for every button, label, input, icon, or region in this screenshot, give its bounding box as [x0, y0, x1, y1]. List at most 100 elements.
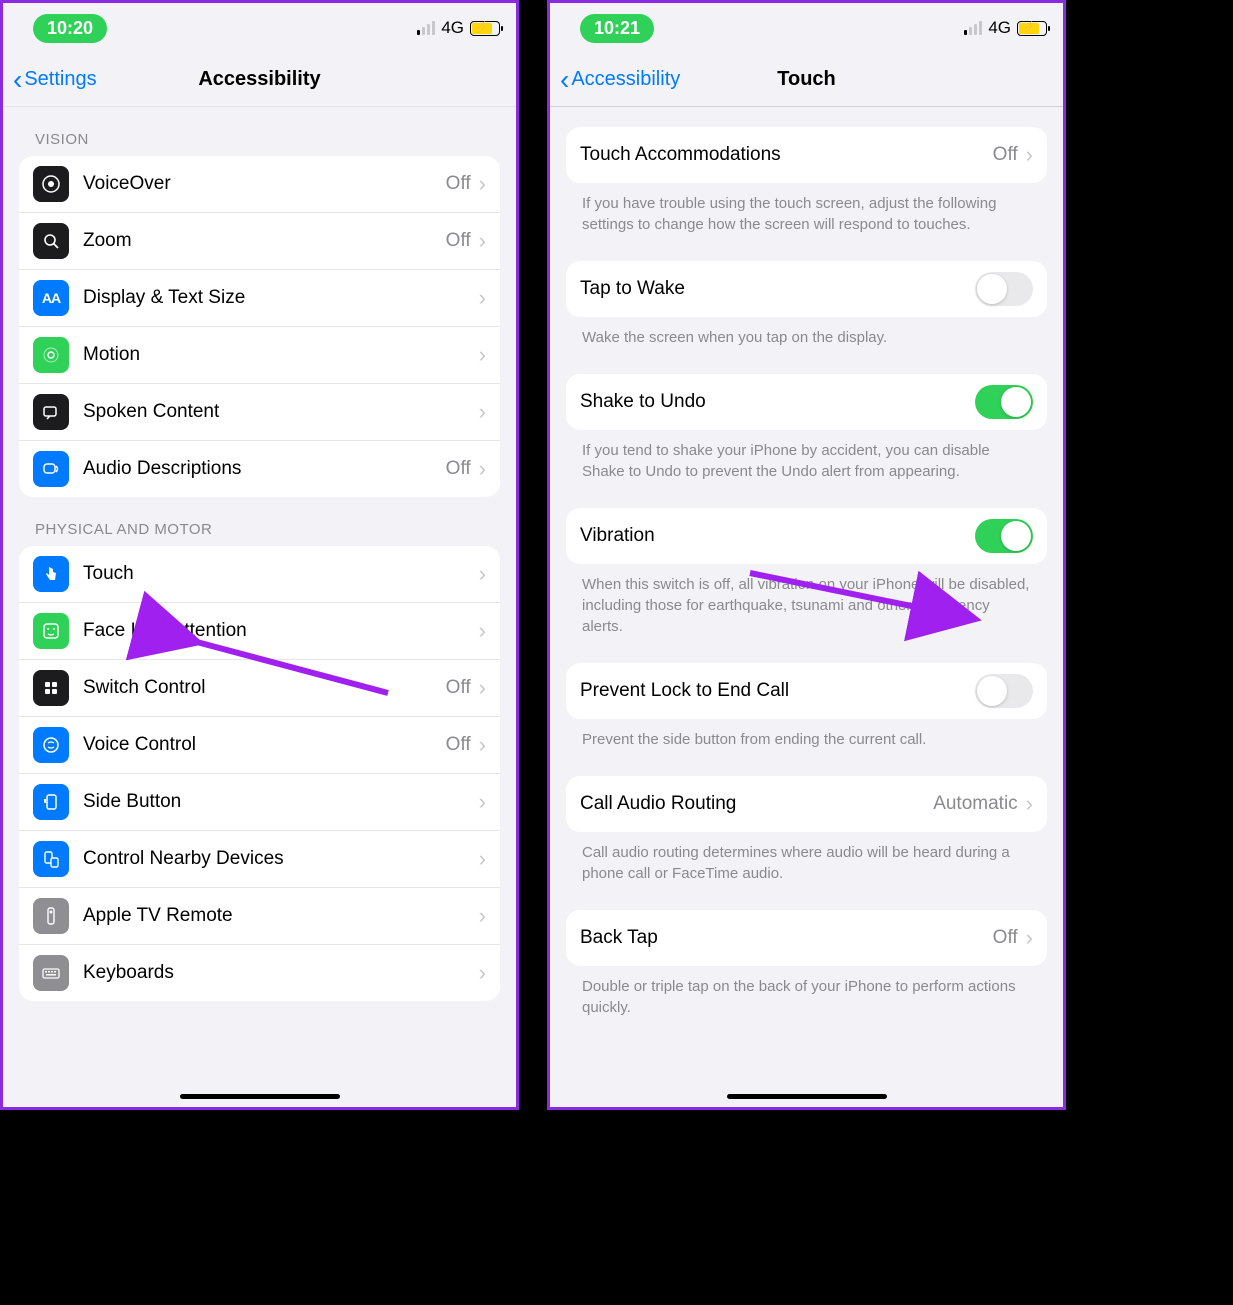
row-value: Off: [993, 144, 1018, 166]
status-bar: 10:21 4G ⚡: [550, 3, 1063, 53]
chevron-left-icon: ‹: [13, 66, 22, 94]
row-label: Voice Control: [83, 734, 446, 756]
chevron-left-icon: ‹: [560, 66, 569, 94]
network-label: 4G: [988, 18, 1011, 38]
section-header-vision: Vision: [19, 107, 500, 156]
home-indicator[interactable]: [727, 1094, 887, 1099]
motion-icon: [33, 337, 69, 373]
group-touch-accommodations: Touch Accommodations Off ›: [566, 127, 1047, 183]
row-label: Keyboards: [83, 962, 471, 984]
row-value: Off: [993, 927, 1018, 949]
display-text-icon: AA: [33, 280, 69, 316]
row-label: Touch Accommodations: [580, 144, 993, 166]
footer-tap-to-wake: Wake the screen when you tap on the disp…: [566, 317, 1047, 348]
row-appletv-remote[interactable]: Apple TV Remote ›: [19, 888, 500, 945]
row-tap-to-wake[interactable]: Tap to Wake: [566, 261, 1047, 317]
row-control-nearby[interactable]: Control Nearby Devices ›: [19, 831, 500, 888]
section-header-physical: Physical and Motor: [19, 497, 500, 546]
toggle-shake-to-undo[interactable]: [975, 385, 1033, 419]
status-bar: 10:20 4G ⚡: [3, 3, 516, 53]
voiceover-icon: [33, 166, 69, 202]
network-label: 4G: [441, 18, 464, 38]
row-touch-accommodations[interactable]: Touch Accommodations Off ›: [566, 127, 1047, 183]
group-vibration: Vibration: [566, 508, 1047, 564]
audio-descriptions-icon: [33, 451, 69, 487]
chevron-right-icon: ›: [471, 171, 486, 197]
row-touch[interactable]: Touch ›: [19, 546, 500, 603]
page-title: Accessibility: [198, 68, 320, 91]
row-voice-control[interactable]: Voice Control Off ›: [19, 717, 500, 774]
row-label: Audio Descriptions: [83, 458, 446, 480]
back-button[interactable]: ‹ Settings: [13, 66, 97, 94]
time-pill[interactable]: 10:21: [580, 14, 654, 43]
row-switch-control[interactable]: Switch Control Off ›: [19, 660, 500, 717]
chevron-right-icon: ›: [471, 846, 486, 872]
row-prevent-lock[interactable]: Prevent Lock to End Call: [566, 663, 1047, 719]
chevron-right-icon: ›: [471, 561, 486, 587]
row-value: Off: [446, 458, 471, 480]
row-audio-descriptions[interactable]: Audio Descriptions Off ›: [19, 441, 500, 497]
row-label: Call Audio Routing: [580, 793, 933, 815]
toggle-tap-to-wake[interactable]: [975, 272, 1033, 306]
chevron-right-icon: ›: [1018, 142, 1033, 168]
row-label: Motion: [83, 344, 471, 366]
row-spoken-content[interactable]: Spoken Content ›: [19, 384, 500, 441]
left-phone-screen: 10:20 4G ⚡ ‹ Settings Accessibility Visi…: [0, 0, 519, 1110]
row-call-audio-routing[interactable]: Call Audio Routing Automatic ›: [566, 776, 1047, 832]
row-label: Vibration: [580, 525, 975, 547]
row-back-tap[interactable]: Back Tap Off ›: [566, 910, 1047, 966]
side-button-icon: [33, 784, 69, 820]
row-label: Face ID & Attention: [83, 620, 471, 642]
back-label: Accessibility: [571, 68, 680, 91]
row-faceid[interactable]: Face ID & Attention ›: [19, 603, 500, 660]
home-indicator[interactable]: [180, 1094, 340, 1099]
back-button[interactable]: ‹ Accessibility: [560, 66, 680, 94]
row-value: Off: [446, 677, 471, 699]
chevron-right-icon: ›: [471, 342, 486, 368]
group-physical: Touch › Face ID & Attention › Switch Con…: [19, 546, 500, 1001]
footer-vibration: When this switch is off, all vibration o…: [566, 564, 1047, 637]
nav-header: ‹ Settings Accessibility: [3, 53, 516, 107]
row-display-text-size[interactable]: AA Display & Text Size ›: [19, 270, 500, 327]
voice-control-icon: [33, 727, 69, 763]
row-label: Back Tap: [580, 927, 993, 949]
row-label: Tap to Wake: [580, 278, 975, 300]
group-shake-to-undo: Shake to Undo: [566, 374, 1047, 430]
nav-header: ‹ Accessibility Touch: [550, 53, 1063, 107]
keyboards-icon: [33, 955, 69, 991]
row-voiceover[interactable]: VoiceOver Off ›: [19, 156, 500, 213]
content-scroll[interactable]: Touch Accommodations Off › If you have t…: [550, 107, 1063, 1107]
row-label: Switch Control: [83, 677, 446, 699]
row-side-button[interactable]: Side Button ›: [19, 774, 500, 831]
group-back-tap: Back Tap Off ›: [566, 910, 1047, 966]
footer-shake-to-undo: If you tend to shake your iPhone by acci…: [566, 430, 1047, 482]
row-value: Off: [446, 734, 471, 756]
row-label: Touch: [83, 563, 471, 585]
content-scroll[interactable]: Vision VoiceOver Off › Zoom Off › AA Dis…: [3, 107, 516, 1107]
toggle-prevent-lock[interactable]: [975, 674, 1033, 708]
footer-back-tap: Double or triple tap on the back of your…: [566, 966, 1047, 1018]
spoken-content-icon: [33, 394, 69, 430]
touch-icon: [33, 556, 69, 592]
row-label: Apple TV Remote: [83, 905, 471, 927]
group-tap-to-wake: Tap to Wake: [566, 261, 1047, 317]
signal-icon: [964, 21, 982, 35]
row-keyboards[interactable]: Keyboards ›: [19, 945, 500, 1001]
right-phone-screen: 10:21 4G ⚡ ‹ Accessibility Touch Touch A…: [547, 0, 1066, 1110]
group-vision: VoiceOver Off › Zoom Off › AA Display & …: [19, 156, 500, 497]
page-title: Touch: [777, 68, 836, 91]
row-zoom[interactable]: Zoom Off ›: [19, 213, 500, 270]
nearby-devices-icon: [33, 841, 69, 877]
toggle-vibration[interactable]: [975, 519, 1033, 553]
battery-icon: ⚡: [1017, 21, 1047, 36]
time-pill[interactable]: 10:20: [33, 14, 107, 43]
chevron-right-icon: ›: [471, 903, 486, 929]
row-value: Automatic: [933, 793, 1017, 815]
row-vibration[interactable]: Vibration: [566, 508, 1047, 564]
row-shake-to-undo[interactable]: Shake to Undo: [566, 374, 1047, 430]
status-right: 4G ⚡: [417, 18, 500, 38]
row-motion[interactable]: Motion ›: [19, 327, 500, 384]
chevron-right-icon: ›: [471, 285, 486, 311]
group-call-audio-routing: Call Audio Routing Automatic ›: [566, 776, 1047, 832]
footer-prevent-lock: Prevent the side button from ending the …: [566, 719, 1047, 750]
